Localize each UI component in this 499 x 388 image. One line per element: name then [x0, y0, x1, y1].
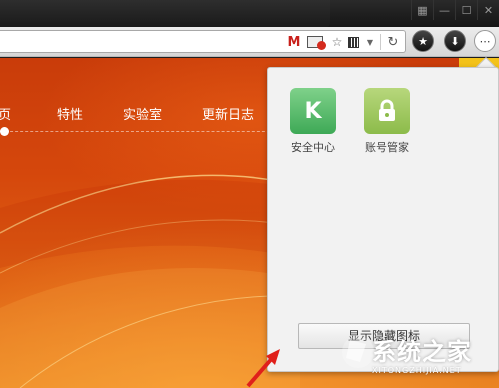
gmail-icon[interactable]: M [285, 35, 303, 50]
security-center-icon[interactable]: K [290, 88, 336, 134]
title-bar: ▦ — ☐ ✕ [0, 0, 499, 27]
nav-home[interactable]: 页 [0, 104, 11, 123]
bookmark-star-icon[interactable]: ☆ [331, 35, 343, 49]
app-label: 账号管家 [365, 141, 409, 154]
address-bar[interactable]: M ☆ ▼ ↻ [0, 30, 406, 53]
minimize-icon[interactable]: — [433, 0, 455, 20]
nav-divider [0, 131, 280, 132]
separator [380, 34, 381, 50]
lock-icon[interactable] [364, 88, 410, 134]
more-icon[interactable]: ⋯ [474, 30, 496, 52]
favorites-star-icon[interactable]: ★ [412, 30, 434, 52]
block-card-icon[interactable] [305, 35, 326, 50]
watermark-text: 系统之家 [372, 338, 472, 366]
close-icon[interactable]: ✕ [477, 0, 499, 20]
window-controls: ▦ — ☐ ✕ [411, 0, 499, 22]
tab-strip [0, 0, 330, 27]
maximize-icon[interactable]: ☐ [455, 0, 477, 20]
nav-indicator-dot [0, 127, 9, 136]
reload-icon[interactable]: ↻ [385, 35, 401, 50]
nav-lab[interactable]: 实验室 [123, 104, 162, 123]
nav-features[interactable]: 特性 [57, 104, 83, 123]
browser-toolbar: M ☆ ▼ ↻ ★ ⬇ ⋯ [0, 27, 499, 57]
app-label: 安全中心 [291, 141, 335, 154]
download-icon[interactable]: ⬇ [444, 30, 466, 52]
red-arrow-annotation [246, 349, 280, 388]
nav-changelog[interactable]: 更新日志 [202, 104, 254, 123]
skin-icon[interactable]: ▦ [411, 0, 433, 20]
qr-code-icon[interactable] [347, 35, 359, 49]
app-account-manager[interactable]: 账号管家 [357, 88, 417, 155]
watermark-subtext: XITONGZHIJIA.NET [372, 366, 462, 375]
app-security-center[interactable]: K 安全中心 [283, 88, 343, 155]
chevron-down-icon[interactable]: ▼ [365, 35, 375, 49]
